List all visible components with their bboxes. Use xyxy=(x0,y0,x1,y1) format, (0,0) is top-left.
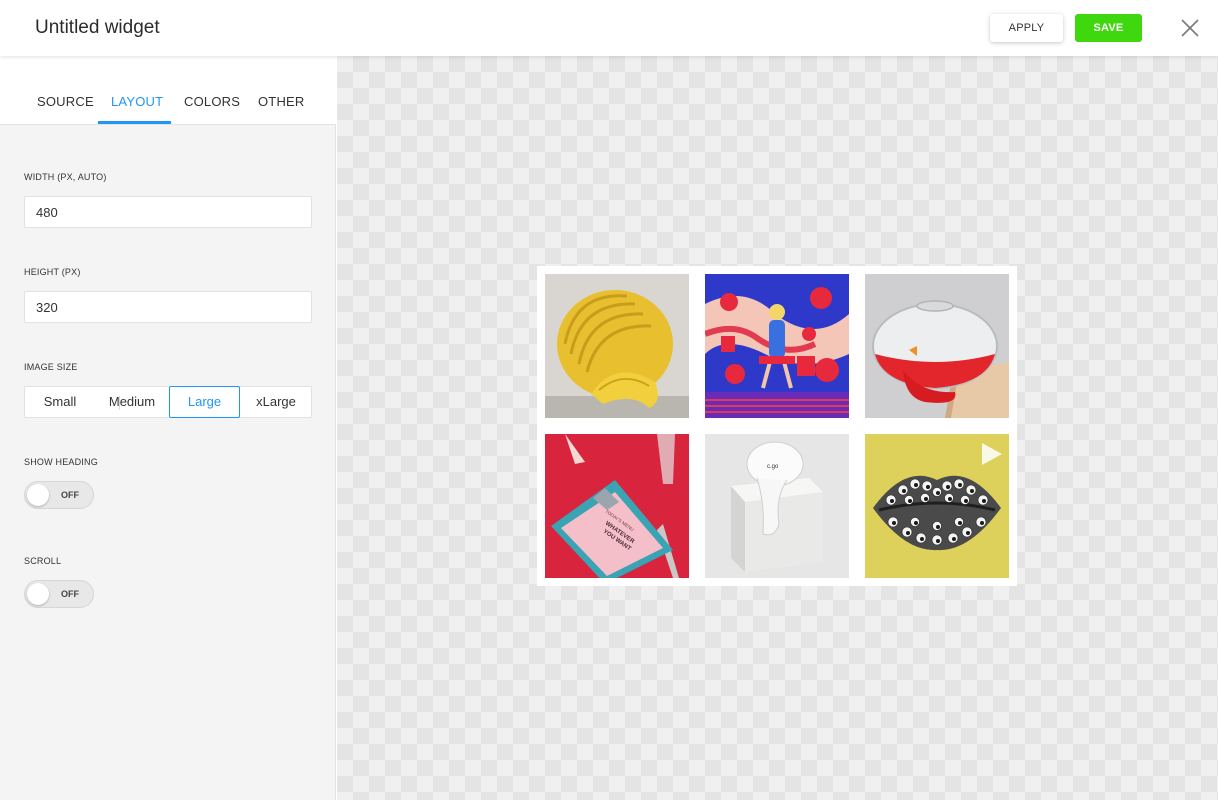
height-label: HEIGHT (PX) xyxy=(24,267,81,277)
image-tile-red-blue-room[interactable] xyxy=(705,274,849,418)
tab-colors[interactable]: COLORS xyxy=(184,94,240,109)
image-size-medium[interactable]: Medium xyxy=(97,387,167,417)
image-tile-yellow-sculpture[interactable] xyxy=(545,274,689,418)
settings-sidebar: SOURCE LAYOUT COLORS OTHER WIDTH (PX, AU… xyxy=(0,56,336,800)
image-size-selector: Small Medium Large xLarge xyxy=(24,386,312,418)
image-size-label: IMAGE SIZE xyxy=(24,362,78,372)
tab-source[interactable]: SOURCE xyxy=(37,94,94,109)
image-size-xlarge[interactable]: xLarge xyxy=(241,387,311,417)
play-icon[interactable] xyxy=(979,442,1003,466)
active-tab-indicator xyxy=(98,121,171,124)
image-size-small[interactable]: Small xyxy=(25,387,95,417)
preview-canvas: TODAY'S MENU WHATEVER YOU WANT c.go xyxy=(337,56,1218,800)
apply-button[interactable]: APPLY xyxy=(990,14,1063,42)
toggle-knob xyxy=(27,583,49,605)
settings-tabs: SOURCE LAYOUT COLORS OTHER xyxy=(0,56,336,125)
image-tile-googly-eye-lips[interactable] xyxy=(865,434,1009,578)
image-size-large[interactable]: Large xyxy=(169,386,240,418)
show-heading-toggle[interactable]: OFF xyxy=(24,481,94,509)
top-bar: Untitled widget APPLY SAVE xyxy=(0,0,1218,56)
image-tile-white-balloon-box[interactable]: c.go xyxy=(705,434,849,578)
height-input[interactable] xyxy=(24,291,312,323)
instagram-widget-preview: TODAY'S MENU WHATEVER YOU WANT c.go xyxy=(537,266,1017,586)
scroll-toggle[interactable]: OFF xyxy=(24,580,94,608)
width-label: WIDTH (PX, AUTO) xyxy=(24,172,107,182)
tab-other[interactable]: OTHER xyxy=(258,94,305,109)
width-input[interactable] xyxy=(24,196,312,228)
scroll-label: SCROLL xyxy=(24,556,62,566)
toggle-knob xyxy=(27,484,49,506)
toggle-state: OFF xyxy=(61,589,79,599)
toggle-state: OFF xyxy=(61,490,79,500)
widget-title[interactable]: Untitled widget xyxy=(35,17,160,39)
close-icon[interactable] xyxy=(1179,17,1201,39)
tab-layout[interactable]: LAYOUT xyxy=(111,94,163,109)
balloon-text: c.go xyxy=(767,464,779,470)
save-button[interactable]: SAVE xyxy=(1075,14,1142,42)
image-tile-pink-menu-clipboard[interactable]: TODAY'S MENU WHATEVER YOU WANT xyxy=(545,434,689,578)
show-heading-label: SHOW HEADING xyxy=(24,457,98,467)
image-tile-goldfish-bowl[interactable] xyxy=(865,274,1009,418)
